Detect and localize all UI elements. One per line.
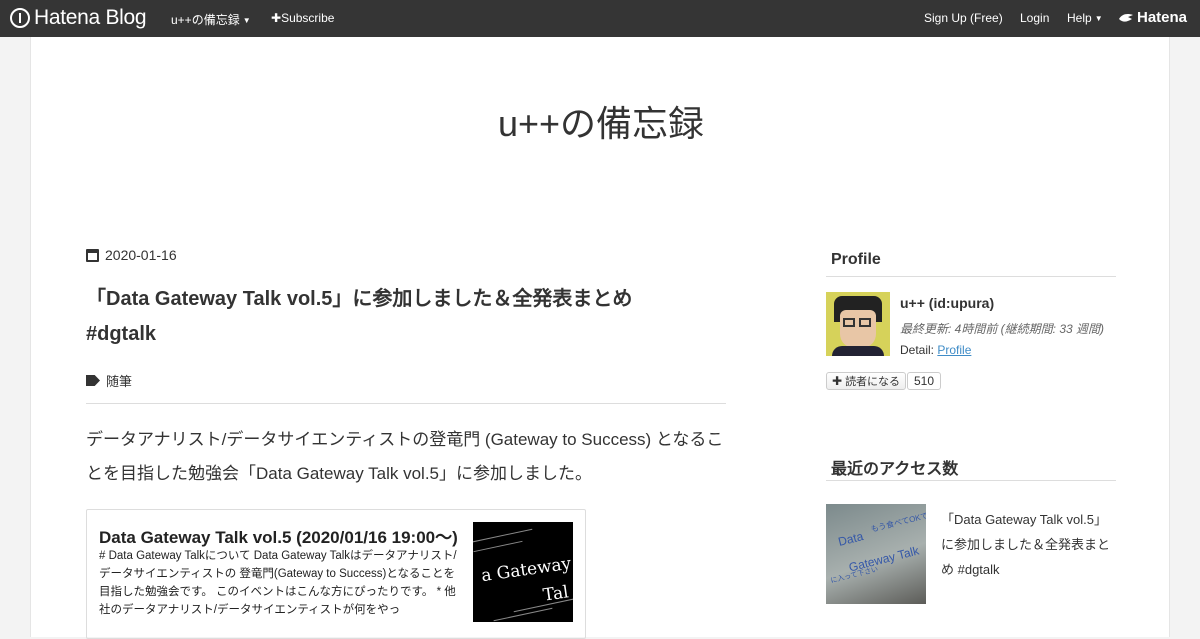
divider [86,403,726,404]
subscribe-reader-button[interactable]: ✚ 読者になる [826,372,907,390]
subscribe-reader-label: 読者になる [845,376,901,388]
subscriber-count: 510 [907,372,942,390]
entry-category[interactable]: 随筆 [86,371,132,390]
thumbnail-text: もう食べてOKです [869,509,926,534]
help-dropdown[interactable]: Help ▼ [1067,11,1103,25]
blog-title[interactable]: u++の備忘録 [31,95,1171,147]
hatena-logo-text: Hatena [1137,9,1188,26]
entry-date[interactable]: 2020-01-16 [86,247,177,263]
embed-card[interactable]: Data Gateway Talk vol.5 (2020/01/16 19:0… [86,509,586,639]
category-label: 随筆 [106,374,133,389]
embed-thumbnail[interactable]: a Gateway Tal [473,522,573,622]
global-header: Hatena Blog u++の備忘録 ▼ ✚Subscribe Sign Up … [0,0,1200,37]
divider [826,276,1116,277]
hatena-logo[interactable]: Hatena [1118,9,1187,26]
embed-description: # Data Gateway Talkについて Data Gateway Tal… [99,550,457,616]
plus-icon: ✚ [271,11,282,25]
subscribe-label: Subscribe [281,11,335,25]
blog-page: u++の備忘録 2020-01-16 「Data Gateway Talk vo… [30,37,1171,639]
profile-heading: Profile [831,251,881,268]
thumbnail-text: Tal [541,582,570,606]
access-item-title[interactable]: 「Data Gateway Talk vol.5」に参加しました＆全発表まとめ … [941,507,1116,582]
profile-last-updated: 最終更新: 4時間前 (継続期間: 33 週間) [900,322,1105,336]
plus-icon: ✚ [832,374,843,388]
help-label: Help [1067,11,1092,25]
detail-label: Detail: [900,343,935,357]
hatena-blog-logo-icon [10,8,30,28]
logo-text: Hatena Blog [34,6,147,29]
embed-title[interactable]: Data Gateway Talk vol.5 (2020/01/16 19:0… [99,523,459,548]
login-link[interactable]: Login [1020,11,1049,25]
thumbnail-text: Data [836,529,865,549]
thumbnail-text: a Gateway [480,553,573,587]
entry-body-paragraph: データアナリスト/データサイエンティストの登竜門 (Gateway to Suc… [86,430,724,483]
entry-date-text: 2020-01-16 [105,247,177,263]
access-heading: 最近のアクセス数 [831,461,959,478]
profile-name[interactable]: u++ (id:upura) [900,295,994,311]
tag-icon [86,375,100,386]
hatena-bird-icon [1119,13,1133,22]
divider [826,480,1116,481]
access-item-thumbnail[interactable]: もう食べてOKです Data Gateway Talk に入って下さい [826,504,926,604]
blog-menu-label: u++の備忘録 [171,13,240,27]
profile-link[interactable]: Profile [937,343,971,357]
caret-down-icon: ▼ [1094,14,1103,24]
caret-down-icon: ▼ [242,16,251,26]
subscribe-link[interactable]: ✚Subscribe [271,11,334,25]
blog-menu-dropdown[interactable]: u++の備忘録 ▼ [171,11,251,28]
signup-link[interactable]: Sign Up (Free) [924,11,1003,25]
calendar-icon [86,248,99,262]
hatena-blog-logo[interactable]: Hatena Blog [10,6,147,30]
avatar[interactable] [826,292,890,356]
entry-title[interactable]: 「Data Gateway Talk vol.5」に参加しました＆全発表まとめ … [86,282,706,352]
profile-detail: Detail: Profile [900,343,971,357]
